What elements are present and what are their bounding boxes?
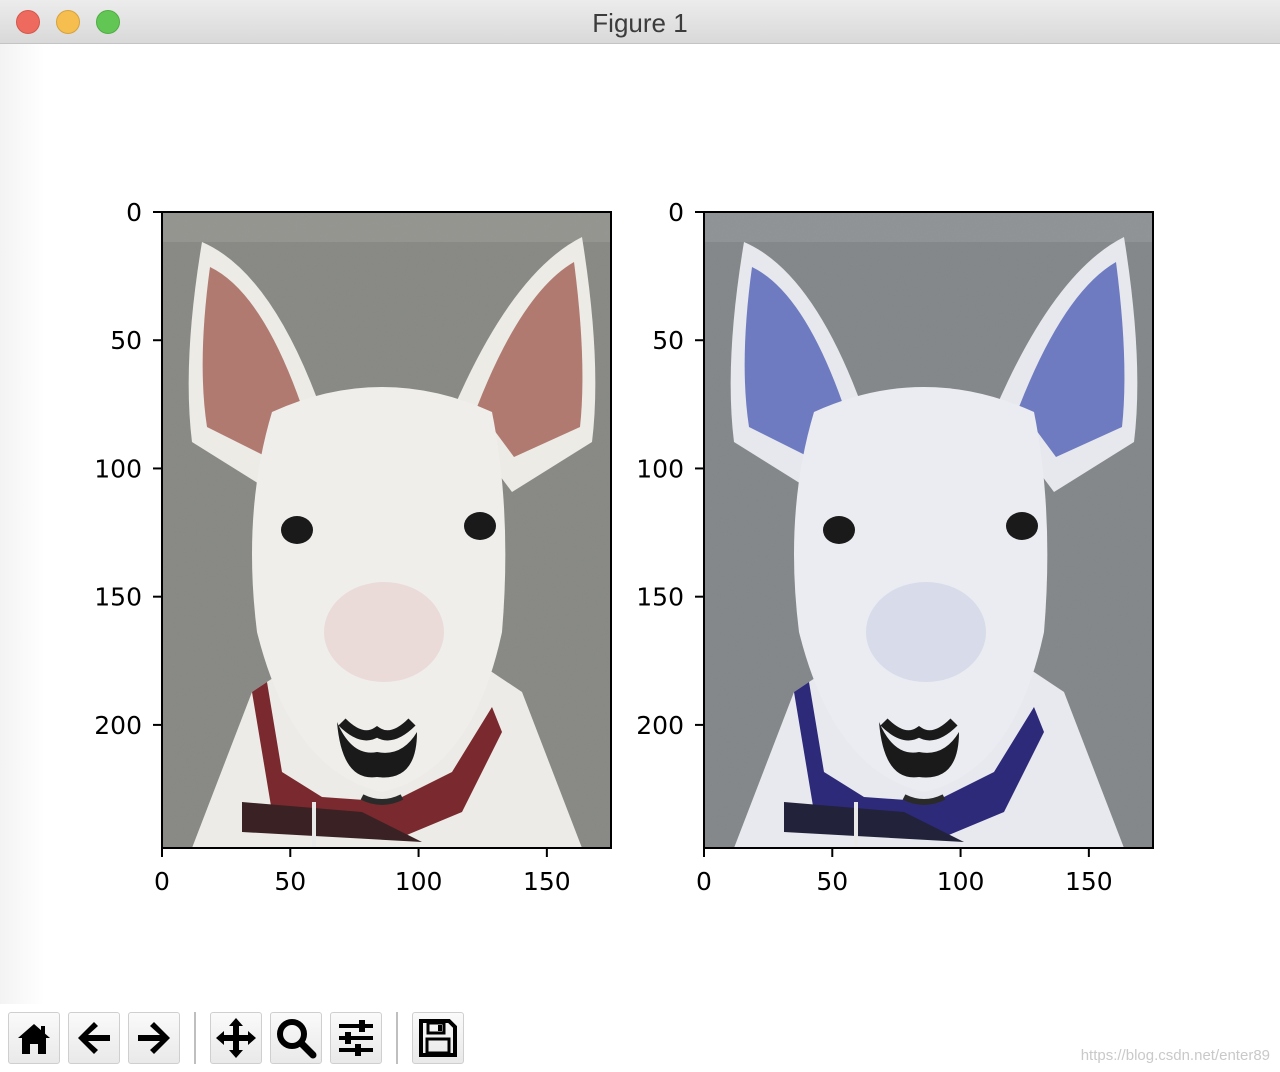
x-tick-label: 150	[523, 867, 571, 896]
y-axis: 0 50 100 150 200	[636, 198, 704, 740]
x-axis: 0 50 100 150	[696, 848, 1113, 896]
x-tick-label: 0	[696, 867, 712, 896]
pan-button[interactable]	[210, 1012, 262, 1064]
y-tick-label: 150	[636, 583, 684, 612]
toolbar-separator	[396, 1012, 398, 1064]
y-tick-label: 0	[126, 198, 142, 227]
y-tick-label: 100	[94, 454, 142, 483]
x-tick-label: 0	[154, 867, 170, 896]
image-color-swapped	[704, 212, 1153, 848]
navigation-toolbar: https://blog.csdn.net/enter89	[0, 1004, 1280, 1072]
y-tick-label: 200	[636, 711, 684, 740]
toolbar-separator	[194, 1012, 196, 1064]
y-tick-label: 0	[668, 198, 684, 227]
home-icon	[18, 1024, 50, 1054]
subplot-color-swapped[interactable]: 0 50 100 150 200 0 50 100 150	[636, 198, 1154, 896]
move-icon	[216, 1018, 256, 1058]
y-tick-label: 50	[652, 326, 684, 355]
zoom-button[interactable]	[270, 1012, 322, 1064]
save-button[interactable]	[412, 1012, 464, 1064]
x-tick-label: 100	[395, 867, 443, 896]
configure-subplots-button[interactable]	[330, 1012, 382, 1064]
x-axis: 0 50 100 150	[154, 848, 571, 896]
subplot-original[interactable]: 0 50 100 150 200 0 50 100 150	[94, 198, 612, 896]
x-tick-label: 50	[274, 867, 306, 896]
sliders-icon	[339, 1020, 373, 1056]
home-button[interactable]	[8, 1012, 60, 1064]
forward-button[interactable]	[128, 1012, 180, 1064]
arrow-left-icon	[78, 1022, 110, 1054]
x-tick-label: 100	[937, 867, 985, 896]
arrow-right-icon	[138, 1022, 170, 1054]
y-tick-label: 200	[94, 711, 142, 740]
y-axis: 0 50 100 150 200	[94, 198, 162, 740]
back-button[interactable]	[68, 1012, 120, 1064]
image-original	[162, 212, 611, 848]
y-tick-label: 50	[110, 326, 142, 355]
x-tick-label: 150	[1065, 867, 1113, 896]
figure-canvas[interactable]: 0 50 100 150 200 0 50 100 150 050100150200 0…	[0, 0, 1280, 1004]
watermark-text: https://blog.csdn.net/enter89	[1080, 1047, 1270, 1064]
y-tick-label: 150	[94, 583, 142, 612]
x-tick-label: 50	[816, 867, 848, 896]
floppy-disk-icon	[419, 1019, 457, 1057]
figure-window: Figure 1 0 50 100 150 200 0 50 100 150 0…	[0, 0, 1280, 1072]
y-tick-label: 100	[636, 454, 684, 483]
magnifier-icon	[277, 1019, 317, 1059]
